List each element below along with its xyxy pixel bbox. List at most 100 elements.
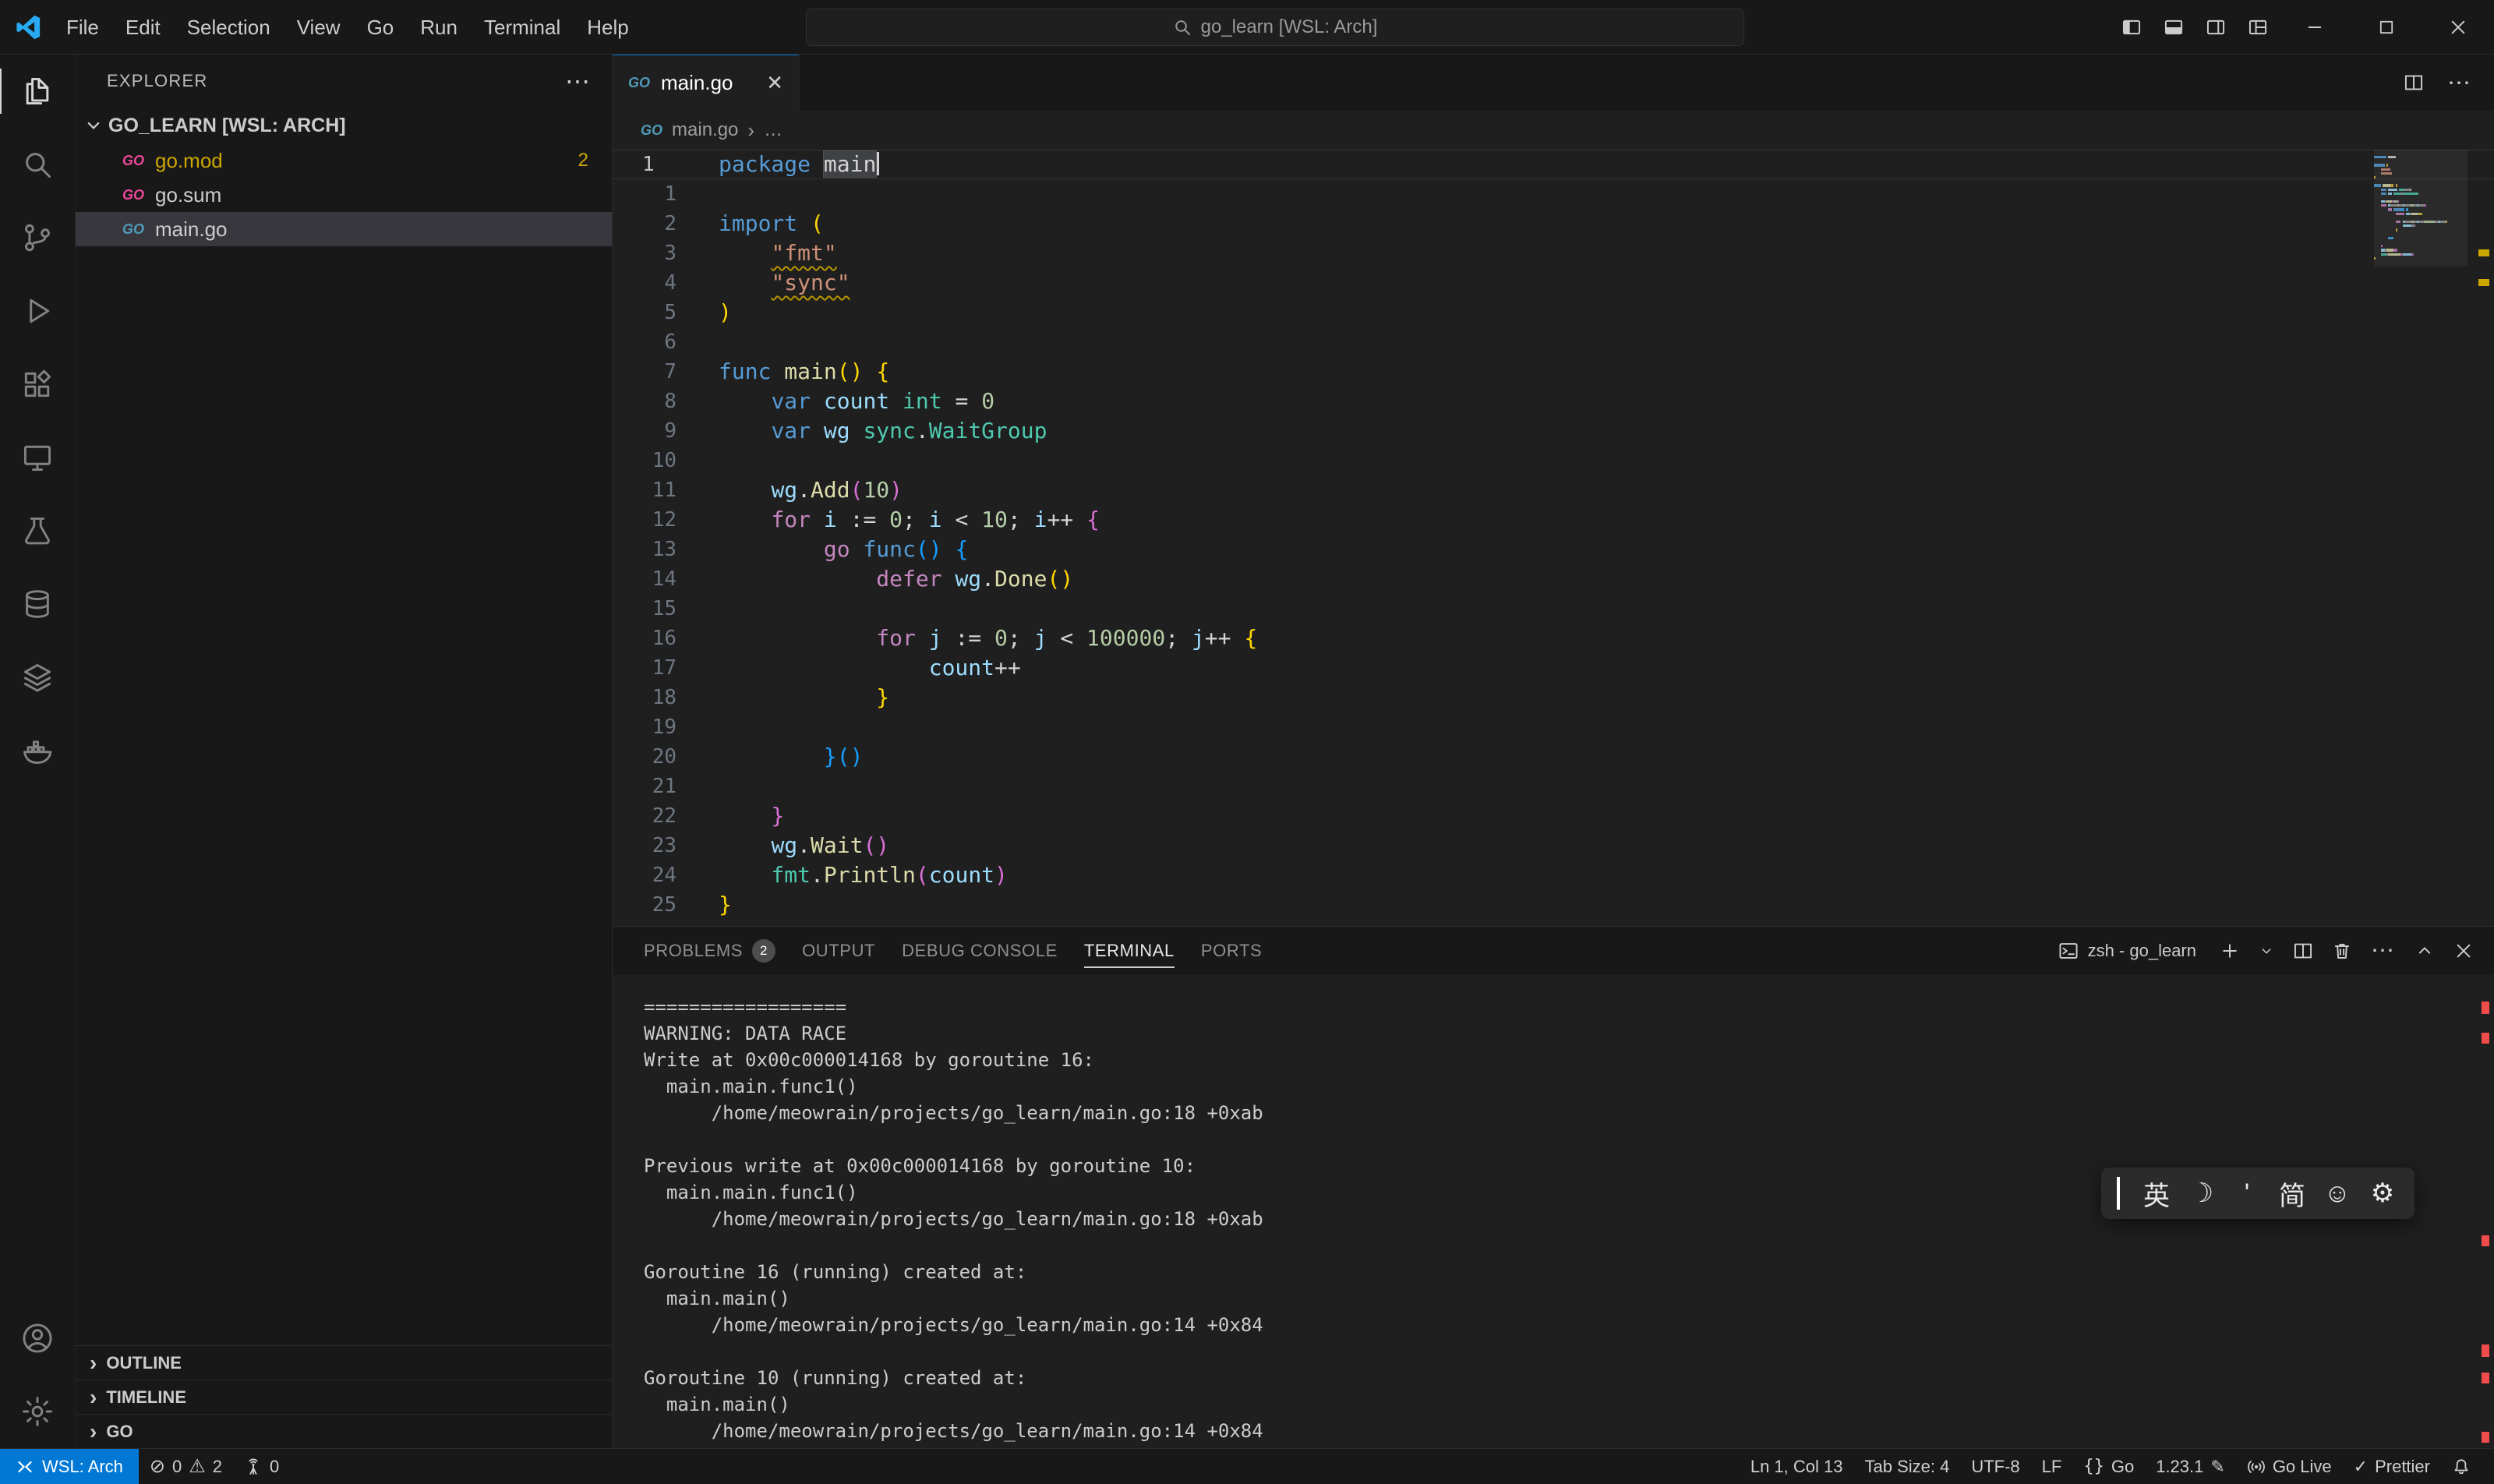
ime-item-3[interactable]: 简: [2270, 1171, 2315, 1216]
ime-item-1[interactable]: ☽: [2179, 1171, 2224, 1216]
code-line[interactable]: 1package main: [613, 150, 2494, 179]
tab-close-icon[interactable]: ✕: [766, 71, 783, 95]
status-language-mode[interactable]: {}Go: [2072, 1457, 2145, 1477]
code-line[interactable]: 3 "fmt": [613, 238, 2494, 268]
code-line[interactable]: 12 for i := 0; i < 10; i++ {: [613, 505, 2494, 535]
activity-accounts-icon[interactable]: [0, 1302, 75, 1375]
editor-more-actions-icon[interactable]: ⋯: [2447, 69, 2472, 97]
code-line[interactable]: 16 for j := 0; j < 100000; j++ {: [613, 624, 2494, 653]
panel-tab-terminal[interactable]: TERMINAL: [1084, 927, 1175, 975]
minimize-button[interactable]: [2279, 0, 2351, 55]
file-main.go[interactable]: GOmain.go: [76, 212, 612, 246]
ime-item-5[interactable]: ⚙: [2360, 1171, 2405, 1216]
code-line[interactable]: 15: [613, 594, 2494, 624]
remote-indicator[interactable]: WSL: Arch: [0, 1449, 139, 1484]
customize-layout-icon[interactable]: [2237, 0, 2279, 55]
panel-tab-ports[interactable]: PORTS: [1201, 927, 1262, 975]
panel-plus-icon[interactable]: [2220, 941, 2240, 961]
code-line[interactable]: 6: [613, 327, 2494, 357]
code-line[interactable]: 23 wg.Wait(): [613, 831, 2494, 860]
status-cursor-position[interactable]: Ln 1, Col 13: [1740, 1457, 1854, 1477]
code-line[interactable]: 22 }: [613, 801, 2494, 831]
panel-split-icon[interactable]: [2293, 941, 2313, 961]
menu-go[interactable]: Go: [354, 0, 408, 55]
code-line[interactable]: 21: [613, 772, 2494, 801]
code-line[interactable]: 7func main() {: [613, 357, 2494, 387]
panel-ellipsis-icon[interactable]: ⋯: [2371, 939, 2396, 963]
breadcrumb-more[interactable]: …: [764, 119, 782, 141]
breadcrumb-file[interactable]: main.go: [672, 119, 738, 141]
command-center[interactable]: go_learn [WSL: Arch]: [806, 9, 1744, 46]
status-notifications[interactable]: [2441, 1458, 2482, 1476]
panel-chevron-down-icon[interactable]: [2259, 943, 2274, 959]
code-line[interactable]: 5): [613, 298, 2494, 327]
panel-chevron-up-icon[interactable]: [2415, 941, 2435, 961]
activity-testing-icon[interactable]: [0, 494, 75, 567]
code-line[interactable]: 13 go func() {: [613, 535, 2494, 564]
panel-tab-problems[interactable]: PROBLEMS2: [644, 927, 775, 975]
activity-source-control-icon[interactable]: [0, 201, 75, 274]
terminal-instance[interactable]: zsh - go_learn: [2058, 941, 2196, 961]
maximize-button[interactable]: [2351, 0, 2422, 55]
activity-settings-icon[interactable]: [0, 1375, 75, 1448]
panel-tab-output[interactable]: OUTPUT: [802, 927, 875, 975]
minimap[interactable]: [2374, 156, 2468, 261]
code-line[interactable]: 18 }: [613, 683, 2494, 712]
ime-item-2[interactable]: ': [2224, 1171, 2270, 1216]
status-eol[interactable]: LF: [2031, 1457, 2073, 1477]
panel-trash-icon[interactable]: [2332, 941, 2352, 961]
activity-search-icon[interactable]: [0, 128, 75, 201]
code-line[interactable]: 24 fmt.Println(count): [613, 860, 2494, 890]
status-encoding[interactable]: UTF-8: [1960, 1457, 2030, 1477]
menu-view[interactable]: View: [284, 0, 354, 55]
breadcrumb[interactable]: GO main.go › …: [613, 111, 2494, 150]
toggle-panel-icon[interactable]: [2153, 0, 2195, 55]
activity-database-icon[interactable]: [0, 567, 75, 641]
section-outline[interactable]: ›OUTLINE: [76, 1345, 612, 1380]
file-go.mod[interactable]: GOgo.mod2: [76, 143, 612, 178]
status-tab-size[interactable]: Tab Size: 4: [1853, 1457, 1960, 1477]
activity-run-debug-icon[interactable]: [0, 274, 75, 348]
panel-close-icon[interactable]: [2453, 941, 2474, 961]
code-line[interactable]: 4 "sync": [613, 268, 2494, 298]
code-line[interactable]: 20 }(): [613, 742, 2494, 772]
code-line[interactable]: 14 defer wg.Done(): [613, 564, 2494, 594]
menu-terminal[interactable]: Terminal: [471, 0, 574, 55]
sidebar-more-actions-icon[interactable]: ⋯: [565, 66, 592, 96]
activity-docker-icon[interactable]: [0, 714, 75, 787]
activity-layers-icon[interactable]: [0, 641, 75, 714]
menu-edit[interactable]: Edit: [112, 0, 174, 55]
code-line[interactable]: 8 var count int = 0: [613, 387, 2494, 416]
code-line[interactable]: 10: [613, 446, 2494, 475]
code-line[interactable]: 17 count++: [613, 653, 2494, 683]
activity-extensions-icon[interactable]: [0, 348, 75, 421]
file-go.sum[interactable]: GOgo.sum: [76, 178, 612, 212]
section-go[interactable]: ›GO: [76, 1414, 612, 1448]
folder-root[interactable]: GO_LEARN [WSL: ARCH]: [76, 108, 612, 143]
tab-main-go[interactable]: GO main.go ✕: [613, 55, 800, 111]
code-editor[interactable]: 1package main12import (3 "fmt"4 "sync"5)…: [613, 150, 2494, 926]
ime-item-4[interactable]: ☺: [2315, 1171, 2360, 1216]
section-timeline[interactable]: ›TIMELINE: [76, 1380, 612, 1414]
code-line[interactable]: 1: [613, 179, 2494, 209]
status-prettier[interactable]: ✓Prettier: [2343, 1457, 2441, 1477]
code-line[interactable]: 2import (: [613, 209, 2494, 238]
split-editor-icon[interactable]: [2404, 72, 2424, 93]
activity-explorer-icon[interactable]: [0, 55, 75, 128]
ime-item-0[interactable]: 英: [2134, 1171, 2179, 1216]
code-line[interactable]: 19: [613, 712, 2494, 742]
problems-status[interactable]: ⊘ 0 ⚠ 2: [139, 1449, 233, 1484]
menu-help[interactable]: Help: [574, 0, 641, 55]
toggle-secondary-sidebar-icon[interactable]: [2195, 0, 2237, 55]
activity-remote-explorer-icon[interactable]: [0, 421, 75, 494]
ports-status[interactable]: 0: [233, 1449, 290, 1484]
toggle-primary-sidebar-icon[interactable]: [2111, 0, 2153, 55]
code-line[interactable]: 11 wg.Add(10): [613, 475, 2494, 505]
menu-selection[interactable]: Selection: [174, 0, 284, 55]
code-line[interactable]: 9 var wg sync.WaitGroup: [613, 416, 2494, 446]
menu-file[interactable]: File: [53, 0, 112, 55]
status-go-version[interactable]: 1.23.1✎: [2145, 1457, 2236, 1477]
code-line[interactable]: 25}: [613, 890, 2494, 920]
menu-run[interactable]: Run: [407, 0, 471, 55]
panel-tab-debug-console[interactable]: DEBUG CONSOLE: [902, 927, 1058, 975]
